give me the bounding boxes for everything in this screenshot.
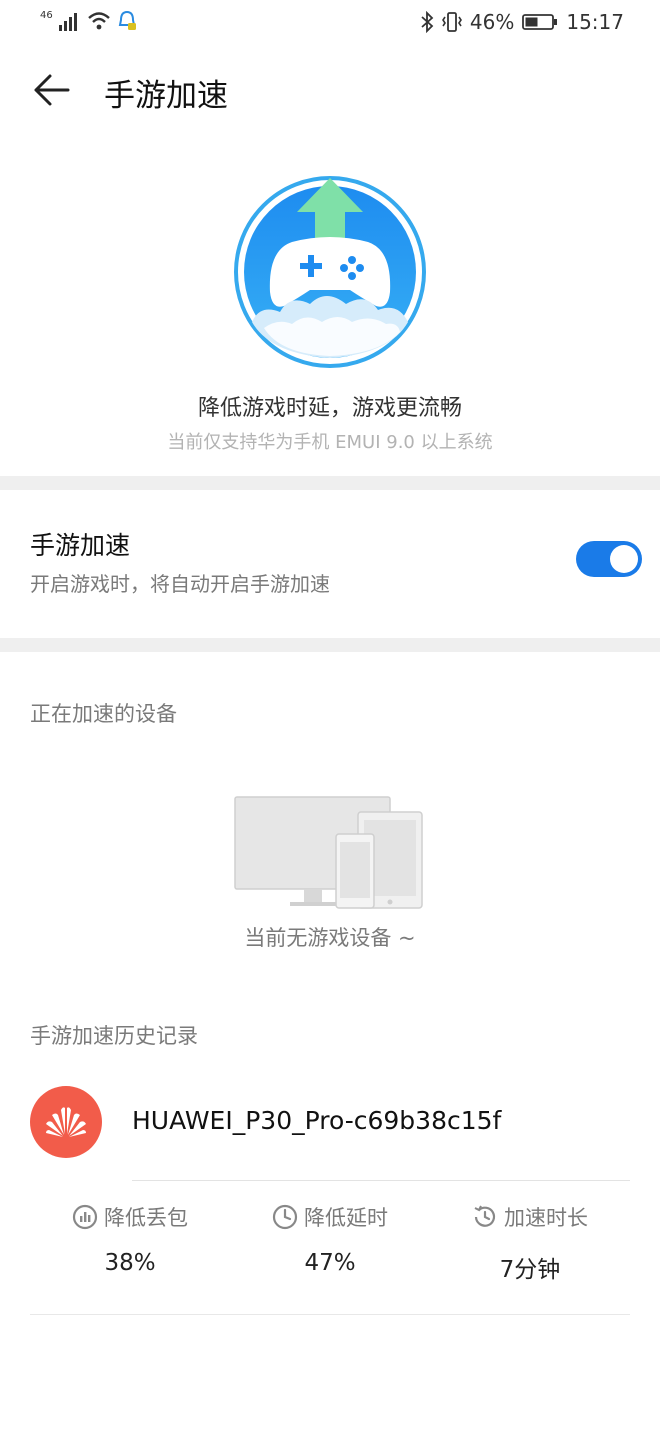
empty-devices-text: 当前无游戏设备 ~	[244, 926, 416, 950]
stat-label: 降低延时	[304, 1206, 388, 1230]
hero-sub-text: 当前仅支持华为手机 EMUI 9.0 以上系统	[167, 432, 493, 453]
back-button[interactable]	[30, 68, 74, 112]
history-section-title: 手游加速历史记录	[30, 1024, 198, 1048]
switch-knob	[610, 545, 638, 573]
title-bar: 手游加速	[0, 46, 660, 138]
device-logo	[30, 1086, 102, 1158]
page-title: 手游加速	[104, 78, 228, 114]
device-name: HUAWEI_P30_Pro-c69b38c15f	[132, 1106, 502, 1135]
gamepad-boost-icon	[234, 176, 426, 368]
huawei-logo-icon	[46, 1107, 86, 1137]
back-arrow-icon	[34, 74, 70, 106]
stat-value: 7分钟	[499, 1257, 561, 1283]
bluetooth-icon	[421, 11, 434, 33]
clock-icon	[272, 1204, 298, 1230]
bar-chart-icon	[72, 1204, 98, 1230]
devices-icon	[234, 796, 423, 909]
notification-icon	[118, 10, 136, 30]
stat-label: 加速时长	[504, 1206, 588, 1230]
section-divider	[0, 476, 660, 490]
stat-label-row: 加速时长	[430, 1202, 630, 1232]
stat-label-row: 降低延时	[230, 1202, 430, 1232]
accel-toggle-subtitle: 开启游戏时，将自动开启手游加速	[30, 572, 330, 596]
history-record[interactable]: HUAWEI_P30_Pro-c69b38c15f 降低丢包 38% 降低延时 …	[30, 1086, 630, 1316]
hero-illustration	[230, 172, 430, 372]
clock-time: 15:17	[566, 10, 624, 34]
status-bar: 46 46% 15:17	[0, 0, 660, 46]
battery-percent: 46%	[469, 10, 515, 34]
battery-icon	[522, 14, 558, 30]
record-bottom-divider	[30, 1314, 630, 1315]
network-type: 46	[40, 9, 53, 21]
history-icon	[474, 1205, 496, 1227]
wifi-icon	[87, 12, 110, 30]
stat-packet-loss: 降低丢包 38%	[30, 1202, 230, 1276]
stat-value: 47%	[304, 1250, 356, 1276]
status-left: 46	[40, 10, 137, 32]
stat-latency: 降低延时 47%	[230, 1202, 430, 1276]
stat-label: 降低丢包	[104, 1206, 188, 1230]
record-divider	[132, 1180, 630, 1181]
devices-illustration	[234, 796, 426, 912]
devices-section-title: 正在加速的设备	[30, 702, 177, 726]
status-right: 46% 15:17	[420, 10, 624, 34]
stat-value: 38%	[104, 1250, 156, 1276]
hero-main-text: 降低游戏时延，游戏更流畅	[197, 396, 462, 421]
signal-icon	[58, 13, 77, 31]
stat-duration: 加速时长 7分钟	[430, 1202, 630, 1284]
vibrate-icon	[441, 12, 462, 32]
section-divider	[0, 638, 660, 652]
accel-toggle-switch[interactable]	[576, 541, 642, 577]
stat-label-row: 降低丢包	[30, 1202, 230, 1232]
accel-toggle-title: 手游加速	[30, 531, 131, 560]
